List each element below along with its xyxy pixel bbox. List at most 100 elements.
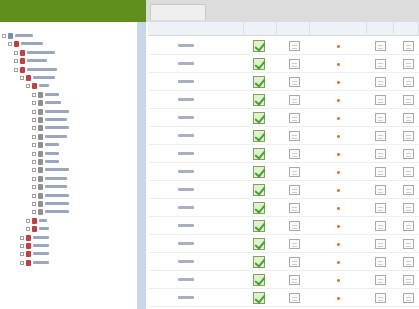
edit-field-icon[interactable]	[375, 113, 386, 123]
expand-toggle-icon[interactable]	[32, 92, 36, 97]
row-checkbox[interactable]	[253, 238, 265, 250]
table-row[interactable]	[148, 289, 419, 307]
expand-toggle-icon[interactable]	[32, 109, 36, 114]
expand-toggle-icon[interactable]	[26, 218, 30, 223]
column-header[interactable]	[310, 22, 367, 36]
row-checkbox[interactable]	[253, 40, 265, 52]
edit-field-icon[interactable]	[375, 41, 386, 51]
edit-field-icon[interactable]	[375, 185, 386, 195]
tree-node[interactable]	[0, 32, 136, 40]
tree-node[interactable]	[0, 99, 136, 107]
expand-toggle-icon[interactable]	[2, 34, 6, 38]
expand-toggle-icon[interactable]	[20, 244, 24, 248]
tree-node[interactable]	[0, 217, 136, 225]
edit-field-icon[interactable]	[375, 203, 386, 213]
tree-node[interactable]	[0, 200, 136, 208]
edit-field-icon[interactable]	[403, 275, 414, 285]
edit-field-icon[interactable]	[403, 167, 414, 177]
tree-node[interactable]	[0, 116, 136, 124]
expand-toggle-icon[interactable]	[32, 168, 36, 173]
edit-field-icon[interactable]	[289, 59, 300, 69]
row-checkbox[interactable]	[253, 256, 265, 268]
row-checkbox[interactable]	[253, 184, 265, 196]
edit-field-icon[interactable]	[375, 95, 386, 105]
edit-field-icon[interactable]	[289, 95, 300, 105]
tree-node[interactable]	[0, 66, 136, 74]
tree-node[interactable]	[0, 192, 136, 200]
expand-toggle-icon[interactable]	[14, 50, 18, 55]
edit-field-icon[interactable]	[403, 257, 414, 267]
edit-field-icon[interactable]	[403, 239, 414, 249]
table-row[interactable]	[148, 271, 419, 289]
expand-toggle-icon[interactable]	[32, 143, 36, 148]
table-row[interactable]	[148, 37, 419, 55]
edit-field-icon[interactable]	[289, 275, 300, 285]
edit-field-icon[interactable]	[375, 293, 386, 303]
row-checkbox[interactable]	[253, 292, 265, 304]
edit-field-icon[interactable]	[289, 257, 300, 267]
edit-field-icon[interactable]	[375, 239, 386, 249]
edit-field-icon[interactable]	[403, 185, 414, 195]
tree-node[interactable]	[0, 166, 136, 174]
edit-field-icon[interactable]	[403, 77, 414, 87]
expand-toggle-icon[interactable]	[32, 160, 36, 164]
expand-toggle-icon[interactable]	[32, 202, 36, 206]
expand-toggle-icon[interactable]	[32, 126, 36, 131]
tree-node[interactable]	[0, 208, 136, 216]
table-row[interactable]	[148, 145, 419, 163]
row-checkbox[interactable]	[253, 274, 265, 286]
tree-node[interactable]	[0, 133, 136, 141]
edit-field-icon[interactable]	[403, 113, 414, 123]
expand-toggle-icon[interactable]	[32, 176, 36, 181]
edit-field-icon[interactable]	[289, 167, 300, 177]
row-checkbox[interactable]	[253, 202, 265, 214]
edit-field-icon[interactable]	[403, 293, 414, 303]
tree-node[interactable]	[0, 150, 136, 158]
column-header[interactable]	[394, 22, 419, 36]
edit-field-icon[interactable]	[403, 59, 414, 69]
table-row[interactable]	[148, 217, 419, 235]
edit-field-icon[interactable]	[375, 221, 386, 231]
expand-toggle-icon[interactable]	[20, 260, 24, 265]
expand-toggle-icon[interactable]	[32, 185, 36, 190]
expand-toggle-icon[interactable]	[32, 193, 36, 198]
table-row[interactable]	[148, 91, 419, 109]
row-checkbox[interactable]	[253, 130, 265, 142]
edit-field-icon[interactable]	[403, 149, 414, 159]
edit-field-icon[interactable]	[289, 185, 300, 195]
tree-node[interactable]	[0, 141, 136, 149]
table-row[interactable]	[148, 163, 419, 181]
table-row[interactable]	[148, 127, 419, 145]
table-row[interactable]	[148, 181, 419, 199]
expand-toggle-icon[interactable]	[32, 118, 36, 122]
edit-field-icon[interactable]	[403, 41, 414, 51]
tree-node[interactable]	[0, 250, 136, 258]
edit-field-icon[interactable]	[289, 149, 300, 159]
edit-field-icon[interactable]	[289, 77, 300, 87]
edit-field-icon[interactable]	[375, 167, 386, 177]
expand-toggle-icon[interactable]	[32, 210, 36, 215]
edit-field-icon[interactable]	[375, 59, 386, 69]
table-row[interactable]	[148, 199, 419, 217]
row-checkbox[interactable]	[253, 94, 265, 106]
table-row[interactable]	[148, 253, 419, 271]
tree-node[interactable]	[0, 234, 136, 242]
tree-node[interactable]	[0, 91, 136, 99]
column-header[interactable]	[367, 22, 394, 36]
tree-node[interactable]	[0, 242, 136, 250]
expand-toggle-icon[interactable]	[20, 76, 24, 80]
table-row[interactable]	[148, 235, 419, 253]
edit-field-icon[interactable]	[375, 131, 386, 141]
column-header[interactable]	[277, 22, 310, 36]
tree-node[interactable]	[0, 82, 136, 90]
edit-field-icon[interactable]	[289, 41, 300, 51]
expand-toggle-icon[interactable]	[26, 84, 30, 89]
tree-node[interactable]	[0, 225, 136, 233]
row-checkbox[interactable]	[253, 112, 265, 124]
expand-toggle-icon[interactable]	[8, 42, 12, 47]
edit-field-icon[interactable]	[289, 293, 300, 303]
table-row[interactable]	[148, 55, 419, 73]
edit-field-icon[interactable]	[289, 113, 300, 123]
row-checkbox[interactable]	[253, 220, 265, 232]
tree-node[interactable]	[0, 74, 136, 82]
